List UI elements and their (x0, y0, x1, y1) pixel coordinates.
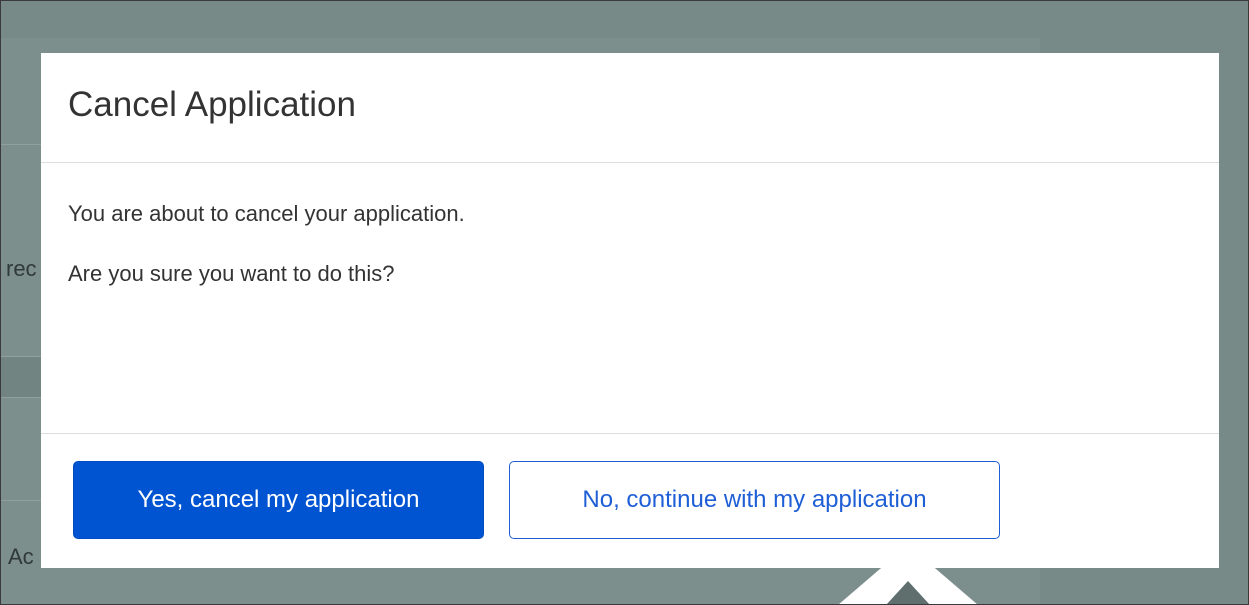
cancel-application-dialog: Cancel Application You are about to canc… (41, 53, 1219, 568)
dialog-body: You are about to cancel your application… (41, 163, 1219, 434)
dialog-footer: Yes, cancel my application No, continue … (41, 434, 1219, 539)
dialog-title: Cancel Application (68, 85, 356, 124)
dialog-header: Cancel Application (41, 53, 1219, 163)
dialog-message: You are about to cancel your application… (68, 201, 465, 226)
background-text-fragment: Ac (8, 544, 34, 569)
continue-application-button[interactable]: No, continue with my application (509, 461, 1000, 539)
cursor-arrow-icon (838, 545, 978, 605)
dialog-question: Are you sure you want to do this? (68, 261, 395, 286)
background-text-fragment: rec (6, 256, 37, 281)
confirm-cancel-button[interactable]: Yes, cancel my application (73, 461, 484, 539)
